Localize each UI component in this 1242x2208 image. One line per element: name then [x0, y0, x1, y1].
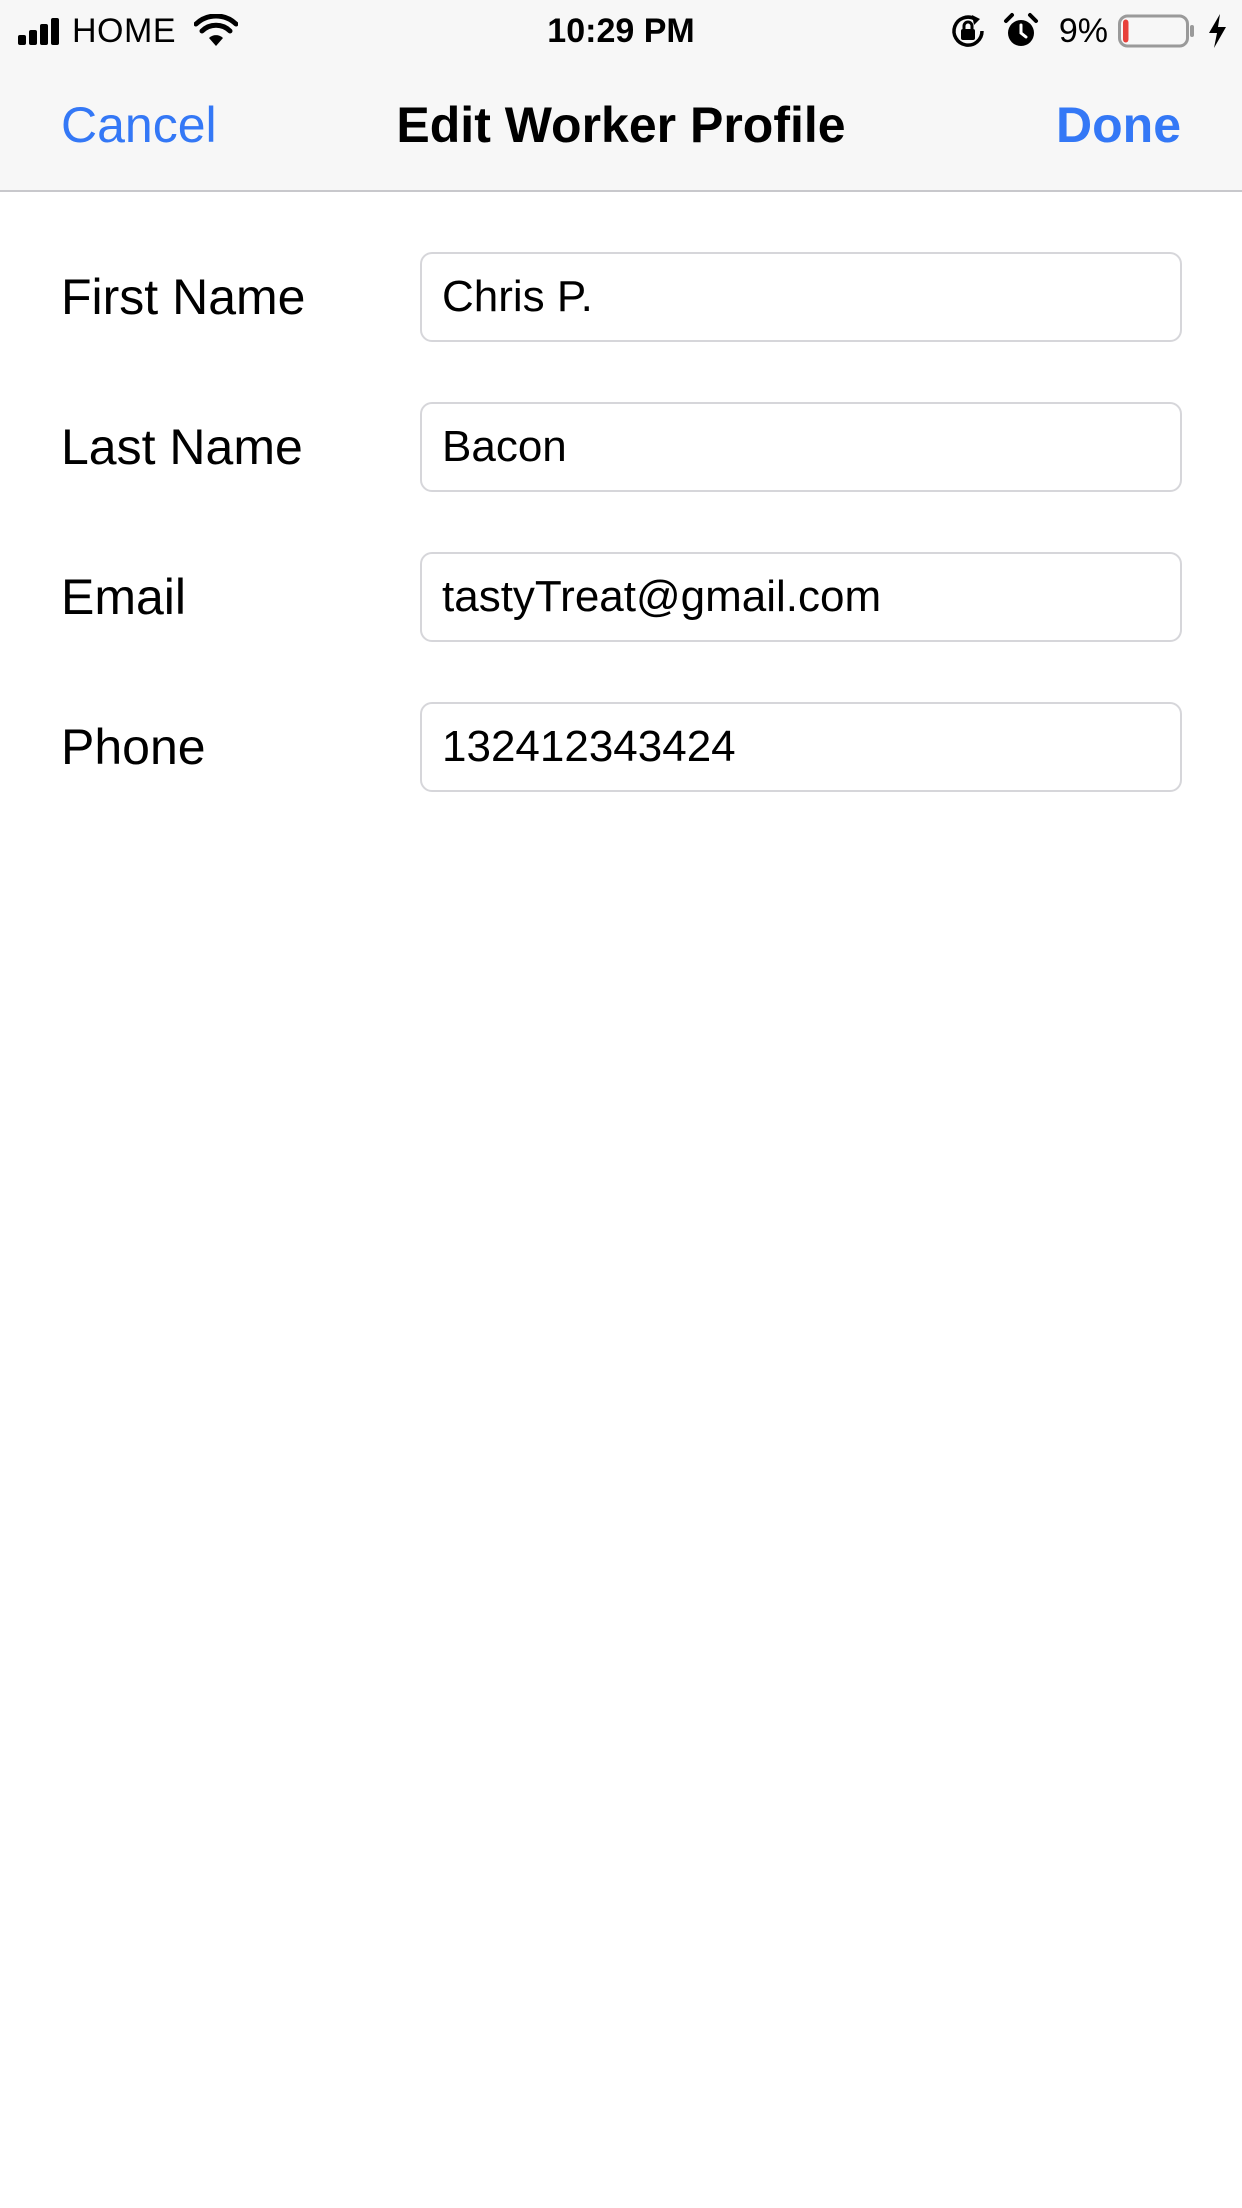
phone-field[interactable] — [420, 702, 1182, 792]
done-button[interactable]: Done — [1056, 60, 1181, 190]
first-name-label: First Name — [61, 269, 306, 325]
email-row: Email — [0, 552, 1242, 702]
last-name-row: Last Name — [0, 402, 1242, 552]
first-name-field[interactable] — [420, 252, 1182, 342]
profile-form: First Name Last Name Email Phone — [0, 192, 1242, 852]
alarm-icon — [1003, 13, 1038, 46]
last-name-field[interactable] — [420, 402, 1182, 492]
email-label: Email — [61, 569, 187, 625]
orientation-lock-icon — [952, 15, 984, 47]
battery-icon — [1118, 14, 1194, 48]
email-field[interactable] — [420, 552, 1182, 642]
last-name-label: Last Name — [61, 419, 303, 475]
navigation-bar: Cancel Edit Worker Profile Done — [0, 60, 1242, 192]
phone-label: Phone — [61, 719, 206, 775]
status-bar: HOME 10:29 PM 9% — [0, 0, 1242, 60]
charging-icon — [1209, 14, 1226, 48]
status-bar-right: 9% — [949, 10, 1228, 52]
cancel-button[interactable]: Cancel — [61, 60, 217, 190]
first-name-row: First Name — [0, 252, 1242, 402]
battery-percent: 9% — [1058, 11, 1108, 50]
phone-row: Phone — [0, 702, 1242, 852]
